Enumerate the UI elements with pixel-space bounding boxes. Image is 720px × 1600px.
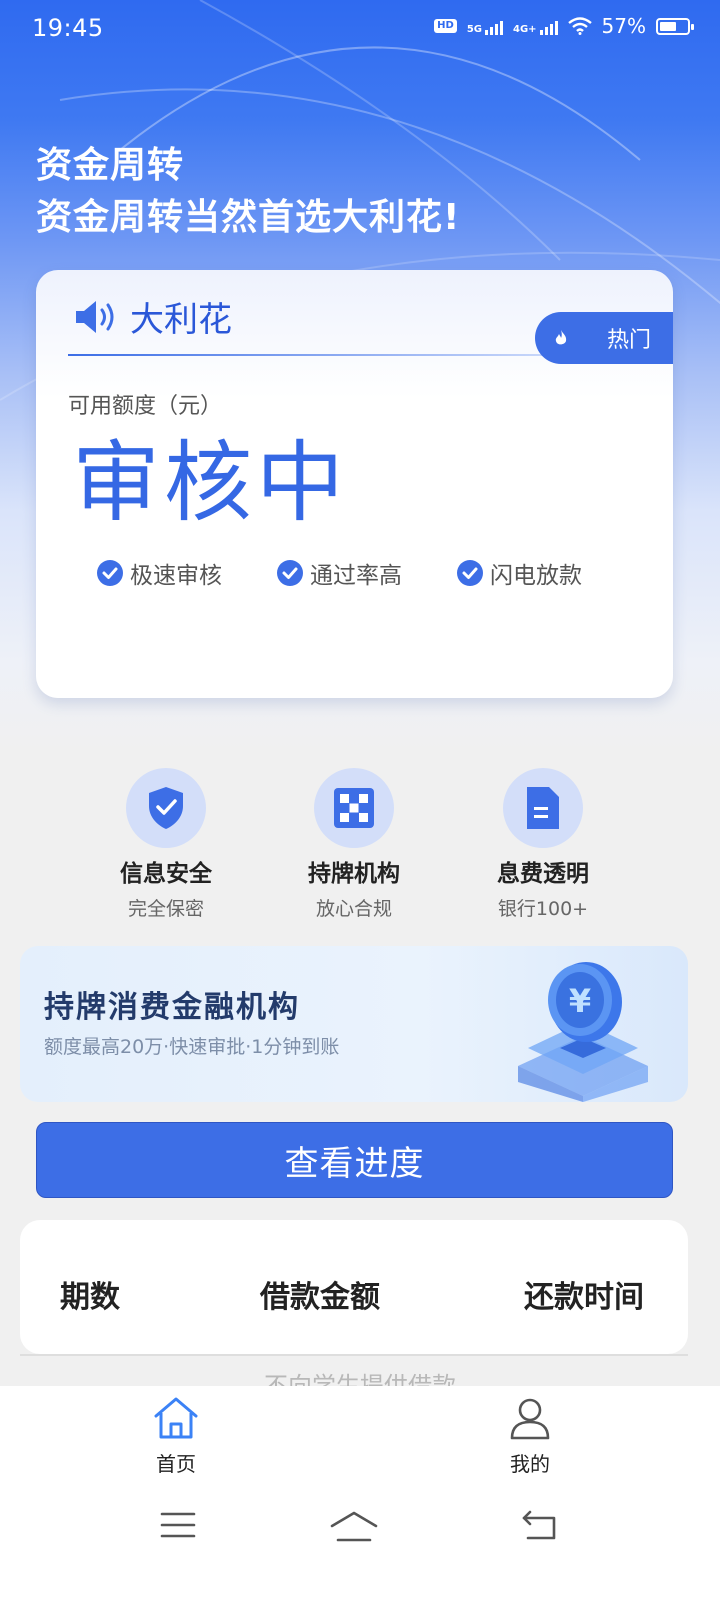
trust-title: 息费透明 [497, 861, 589, 887]
signal-5g-icon: 5G [467, 17, 503, 35]
system-nav-bar [0, 1490, 720, 1570]
menu-icon[interactable] [160, 1510, 196, 1540]
feature-list: 极速审核 通过率高 闪电放款 [96, 556, 582, 590]
feature-label: 闪电放款 [490, 563, 582, 589]
feature-item: 闪电放款 [456, 556, 582, 590]
signal-4g-icon: 4G+ [513, 17, 558, 35]
tab-home[interactable]: 首页 [116, 1396, 236, 1477]
battery-icon [656, 17, 694, 35]
status-icons: HD 5G 4G+ 57% [434, 14, 694, 38]
tab-mine[interactable]: 我的 [470, 1396, 590, 1477]
battery-percent: 57% [601, 14, 646, 38]
table-header-repay-time: 还款时间 [524, 1280, 644, 1315]
trust-title: 持牌机构 [308, 861, 400, 887]
flame-icon [555, 330, 567, 345]
quota-status: 审核中 [72, 431, 349, 534]
speaker-icon [76, 300, 114, 333]
user-icon [510, 1398, 550, 1440]
banner-subtitle: 额度最高20万·快速审批·1分钟到账 [44, 1036, 340, 1058]
check-circle-icon [277, 560, 303, 586]
coin-stack-icon: ¥ [518, 962, 648, 1102]
card-header: 大利花 [72, 292, 232, 341]
signal-bars-icon [539, 17, 558, 35]
brand-name: 大利花 [130, 300, 232, 340]
check-circle-icon [457, 560, 483, 586]
feature-label: 极速审核 [130, 563, 222, 589]
promo-banner[interactable]: 持牌消费金融机构 额度最高20万·快速审批·1分钟到账 ¥ [20, 946, 688, 1102]
hero-title-line2: 资金周转当然首选大利花! [36, 197, 461, 238]
feature-label: 通过率高 [310, 563, 402, 589]
trust-item-license: 持牌机构 放心合规 [264, 768, 444, 921]
wifi-icon [567, 17, 592, 35]
license-grid-icon [314, 768, 394, 848]
signal-bars-icon [485, 17, 503, 35]
tab-home-label: 首页 [156, 1452, 196, 1476]
net-4g-label: 4G+ [513, 24, 537, 35]
credit-card: 大利花 热门 可用额度（元） 审核中 极速审核 通过率高 闪电放款 [36, 270, 673, 698]
hot-badge-label: 热门 [607, 328, 652, 353]
hot-badge: 热门 [535, 312, 673, 364]
trust-subtitle: 放心合规 [315, 898, 392, 920]
nav-home-icon[interactable] [330, 1510, 378, 1544]
quota-label: 可用额度（元） [68, 394, 223, 419]
status-time: 19:45 [32, 14, 104, 42]
table-divider [20, 1354, 688, 1356]
check-circle-icon [97, 560, 123, 586]
check-progress-button[interactable]: 查看进度 [36, 1122, 673, 1198]
trust-item-fees: 息费透明 银行100+ [453, 768, 633, 921]
trust-subtitle: 银行100+ [497, 898, 589, 920]
svg-text:¥: ¥ [569, 982, 591, 1020]
hd-icon: HD [434, 19, 457, 33]
hero-title: 资金周转 资金周转当然首选大利花! [36, 140, 460, 244]
home-icon [154, 1397, 198, 1439]
table-header-periods: 期数 [60, 1280, 120, 1315]
trust-subtitle: 完全保密 [127, 898, 204, 920]
tab-mine-label: 我的 [510, 1452, 550, 1476]
repayment-table: 期数 借款金额 还款时间 [20, 1220, 688, 1354]
banner-title: 持牌消费金融机构 [44, 990, 300, 1025]
feature-item: 通过率高 [276, 556, 402, 590]
shield-check-icon [126, 768, 206, 848]
app-screen: 19:45 HD 5G 4G+ 57% 资金周转 资金周转当然首选大利花! 大利… [0, 0, 720, 1600]
table-header-amount: 借款金额 [260, 1280, 380, 1315]
bottom-tab-bar: 首页 我的 [0, 1386, 720, 1600]
document-icon [503, 768, 583, 848]
status-bar: 19:45 HD 5G 4G+ 57% [0, 0, 720, 60]
back-icon[interactable] [520, 1510, 558, 1542]
net-5g-label: 5G [466, 24, 482, 35]
feature-item: 极速审核 [96, 556, 222, 590]
hero-title-line1: 资金周转 [36, 145, 185, 186]
trust-item-security: 信息安全 完全保密 [76, 768, 256, 921]
trust-title: 信息安全 [120, 861, 212, 887]
card-divider [68, 354, 568, 356]
